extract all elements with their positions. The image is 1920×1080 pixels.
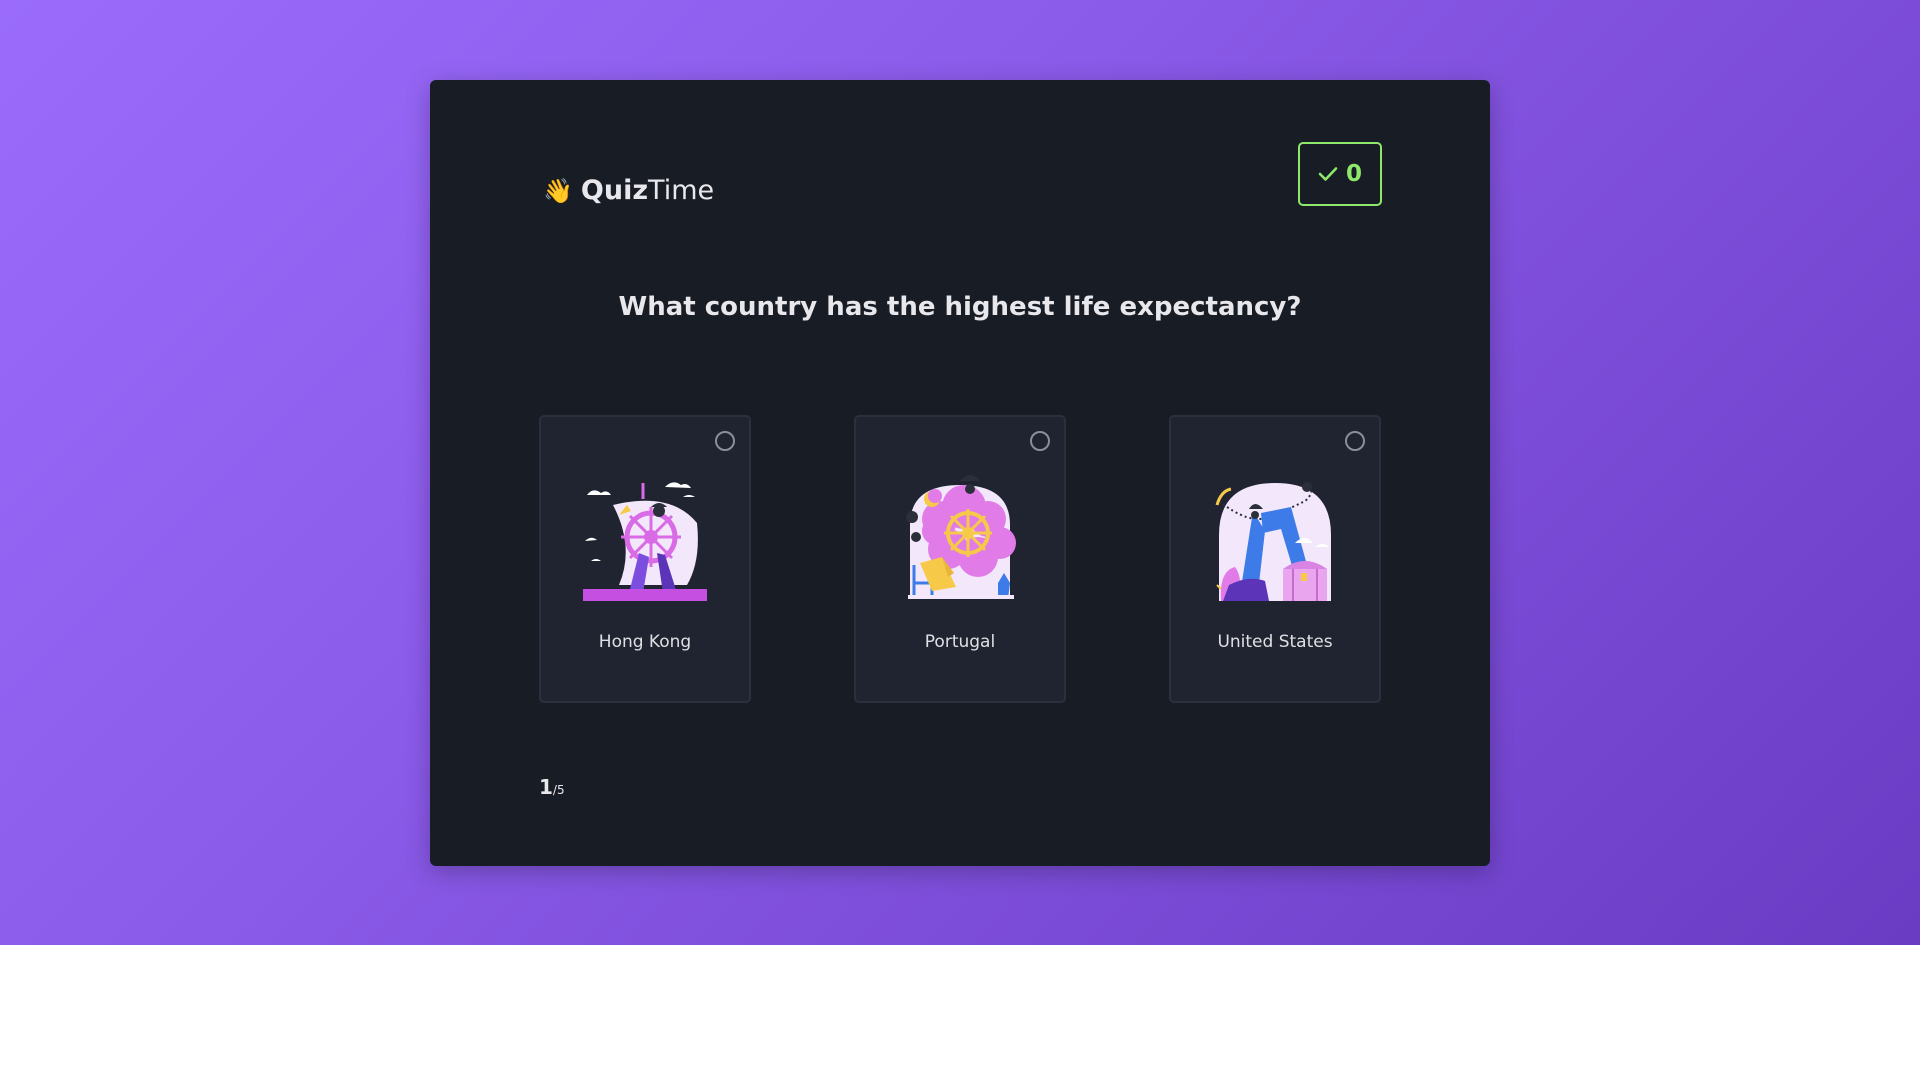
question-progress: 1/5 bbox=[539, 775, 565, 799]
logo-light-text: Time bbox=[648, 175, 715, 206]
total-questions: /5 bbox=[552, 783, 565, 797]
radio-button[interactable] bbox=[1345, 431, 1365, 451]
answer-label: United States bbox=[1217, 632, 1333, 652]
score-badge[interactable]: 0 bbox=[1298, 142, 1382, 206]
treasure-chest-illustration bbox=[1215, 482, 1331, 601]
answer-option-hong-kong[interactable]: Hong Kong bbox=[539, 415, 751, 703]
question-text: What country has the highest life expect… bbox=[618, 292, 1302, 322]
answer-label: Portugal bbox=[924, 632, 996, 652]
quiz-card: 👋 Quiz Time 0 What country has the highe… bbox=[430, 80, 1490, 866]
ship-wheel-clouds-illustration bbox=[906, 475, 1016, 599]
answer-label: Hong Kong bbox=[598, 632, 692, 652]
current-question-number: 1 bbox=[539, 775, 553, 799]
answer-option-united-states[interactable]: United States bbox=[1169, 415, 1381, 703]
answer-options: Hong Kong Portugal United States bbox=[539, 415, 1381, 705]
ship-wheel-illustration bbox=[583, 482, 707, 601]
radio-button[interactable] bbox=[1030, 431, 1050, 451]
check-icon bbox=[1318, 167, 1338, 181]
score-value: 0 bbox=[1345, 161, 1362, 187]
app-logo: 👋 Quiz Time bbox=[543, 175, 714, 206]
logo-bold-text: Quiz bbox=[580, 175, 649, 206]
waving-hand-icon: 👋 bbox=[543, 176, 573, 205]
answer-option-portugal[interactable]: Portugal bbox=[854, 415, 1066, 703]
radio-button[interactable] bbox=[715, 431, 735, 451]
